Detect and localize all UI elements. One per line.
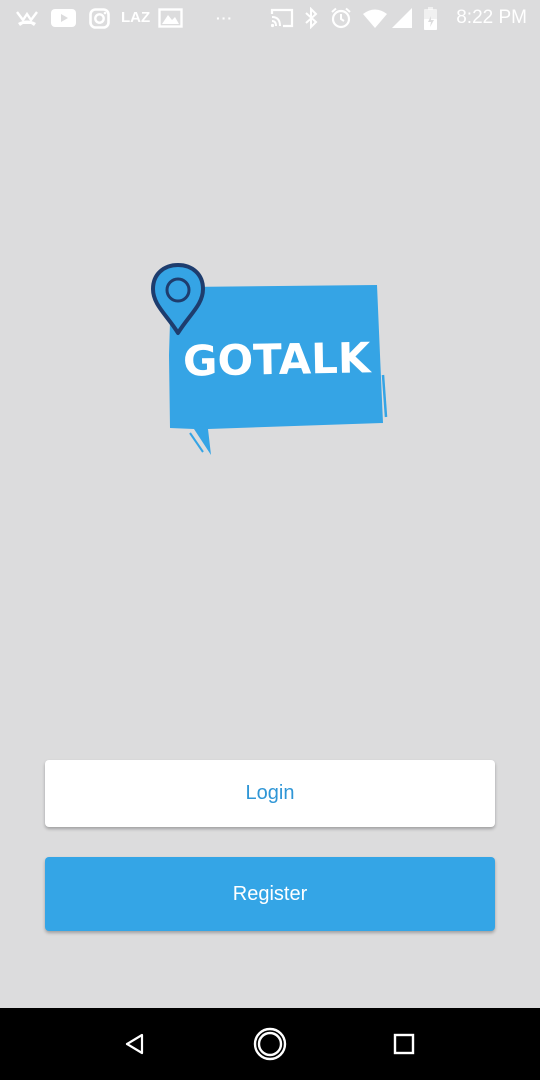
- missed-call-icon: [14, 6, 40, 30]
- lazada-icon: LAZ: [121, 9, 151, 26]
- more-dots-icon: ···: [216, 10, 233, 26]
- login-button[interactable]: Login: [45, 760, 495, 827]
- back-icon[interactable]: [115, 1024, 155, 1064]
- wifi-icon: [362, 6, 388, 30]
- alarm-icon: [329, 6, 353, 30]
- gallery-icon: [157, 6, 183, 30]
- home-icon[interactable]: [250, 1024, 290, 1064]
- youtube-icon: [50, 6, 76, 30]
- register-button-label: Register: [232, 882, 308, 905]
- logo-text: GOTALK: [182, 333, 371, 386]
- cast-icon: [269, 6, 295, 30]
- instagram-icon: [87, 6, 111, 30]
- register-button[interactable]: Register: [45, 857, 495, 931]
- recents-icon[interactable]: [384, 1024, 424, 1064]
- battery-icon: [422, 6, 438, 30]
- status-time: 8:22 PM: [456, 7, 527, 28]
- gotalk-logo: GOTALK: [145, 255, 395, 465]
- navigation-bar: [0, 1008, 540, 1080]
- signal-icon: [391, 6, 413, 30]
- status-bar: LAZ ··· 8:22 PM: [0, 0, 540, 36]
- login-button-label: Login: [245, 782, 295, 804]
- bluetooth-icon: [302, 6, 320, 30]
